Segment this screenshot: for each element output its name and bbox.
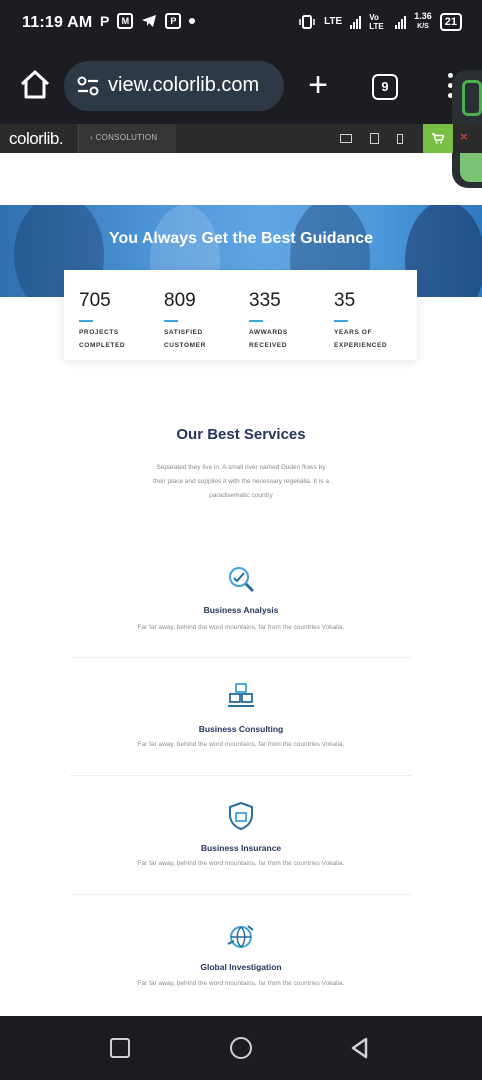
stat-label: SATISFIED CUSTOMER <box>164 329 206 349</box>
service-item[interactable]: Business Consulting Far far away, behind… <box>70 678 412 796</box>
colorlib-logo[interactable]: colorlib. <box>9 129 64 149</box>
stat-label: PROJECTS COMPLETED <box>79 329 126 349</box>
vibrate-icon <box>299 14 315 29</box>
stats-card: 705 PROJECTS COMPLETED 809 SATISFIED CUSTO… <box>64 270 417 360</box>
stat-label: AWWARDS RECEIVED <box>249 329 288 349</box>
stat-number: 335 <box>249 290 281 311</box>
address-bar[interactable]: view.colorlib.com <box>64 61 284 111</box>
service-divider <box>70 657 412 658</box>
services-description: Separated they live in. A small river na… <box>153 464 329 499</box>
stat-label: YEARS OF EXPERIENCED <box>334 329 388 349</box>
service-text: Far far away, behind the word mountains,… <box>137 980 345 987</box>
service-text: Far far away, behind the word mountains,… <box>137 624 345 631</box>
network-volte-label: Vo LTE <box>369 12 384 31</box>
stat-underline <box>164 320 178 322</box>
stat-projects: 705 PROJECTS COMPLETED <box>79 290 159 352</box>
consulting-boxes-icon <box>228 683 254 707</box>
services-title: Our Best Services <box>176 426 306 443</box>
url-text[interactable]: view.colorlib.com <box>108 74 259 97</box>
signal-icon-2 <box>395 15 407 29</box>
stat-underline <box>334 320 348 322</box>
cart-icon[interactable] <box>423 124 453 153</box>
browser-toolbar: view.colorlib.com + 9 <box>0 48 482 126</box>
stat-number: 705 <box>79 290 111 311</box>
tab-switcher-button[interactable]: 9 <box>372 74 398 100</box>
device-switcher <box>340 124 403 153</box>
stat-awards: 335 AWWARDS RECEIVED <box>249 290 329 352</box>
status-bar: 11:19 AM P M P LTE Vo LTE 1.36 K/S 21 <box>0 0 482 48</box>
dot-icon <box>189 18 196 24</box>
system-navigation-bar <box>0 1016 482 1080</box>
service-text: Far far away, behind the word mountains,… <box>137 860 345 867</box>
parking-icon: P <box>100 13 110 29</box>
home-button[interactable] <box>230 1037 252 1059</box>
stat-number: 809 <box>164 290 196 311</box>
tablet-view-icon[interactable] <box>370 133 379 144</box>
stat-customers: 809 SATISFIED CUSTOMER <box>164 290 244 352</box>
service-item[interactable]: Business Analysis Far far away, behind t… <box>70 560 412 678</box>
phone-view-icon[interactable] <box>397 133 403 144</box>
colorlib-preview-bar: colorlib. › CONSOLUTION × <box>0 124 482 153</box>
insurance-shield-icon <box>229 801 253 831</box>
new-tab-button[interactable]: + <box>303 66 333 106</box>
service-name[interactable]: Business Insurance <box>70 843 412 853</box>
back-icon[interactable] <box>350 1037 370 1059</box>
signal-icon <box>350 15 362 29</box>
notification-icons: P M P <box>100 13 196 29</box>
investigation-globe-icon <box>227 925 254 948</box>
stat-underline <box>79 320 93 322</box>
recents-button[interactable] <box>110 1038 130 1058</box>
close-preview-icon[interactable]: × <box>460 129 468 144</box>
floating-phone-icon <box>462 80 482 116</box>
service-divider <box>70 894 412 895</box>
service-name[interactable]: Business Consulting <box>70 724 412 734</box>
app-p-icon: P <box>165 13 182 29</box>
message-icon: M <box>117 13 134 29</box>
speed-unit: K/S <box>417 23 429 30</box>
site-settings-icon[interactable] <box>76 75 100 97</box>
desktop-view-icon[interactable] <box>340 134 352 143</box>
status-right-icons: LTE Vo LTE 1.36 K/S 21 <box>298 12 462 31</box>
stat-years: 35 YEARS OF EXPERIENCED <box>334 290 414 352</box>
speed-readout: 1.36 K/S <box>414 12 432 31</box>
service-item[interactable]: Business Insurance Far far away, behind … <box>70 797 412 915</box>
battery-icon: 21 <box>439 12 462 31</box>
service-text: Far far away, behind the word mountains,… <box>137 741 345 748</box>
service-divider <box>70 775 412 776</box>
stat-underline <box>249 320 263 322</box>
network-lte-label: LTE <box>324 16 343 27</box>
theme-name[interactable]: › CONSOLUTION <box>90 133 157 142</box>
hero-title: You Always Get the Best Guidance <box>108 230 374 247</box>
speed-value: 1.36 <box>414 11 432 21</box>
analysis-magnifier-icon <box>229 567 255 593</box>
theme-name-text: CONSOLUTION <box>95 133 158 142</box>
status-time: 11:19 AM <box>22 14 93 31</box>
service-name[interactable]: Global Investigation <box>70 962 412 972</box>
telegram-icon <box>142 15 157 27</box>
stat-number: 35 <box>334 290 356 311</box>
home-icon[interactable] <box>18 68 52 102</box>
service-name[interactable]: Business Analysis <box>70 605 412 615</box>
